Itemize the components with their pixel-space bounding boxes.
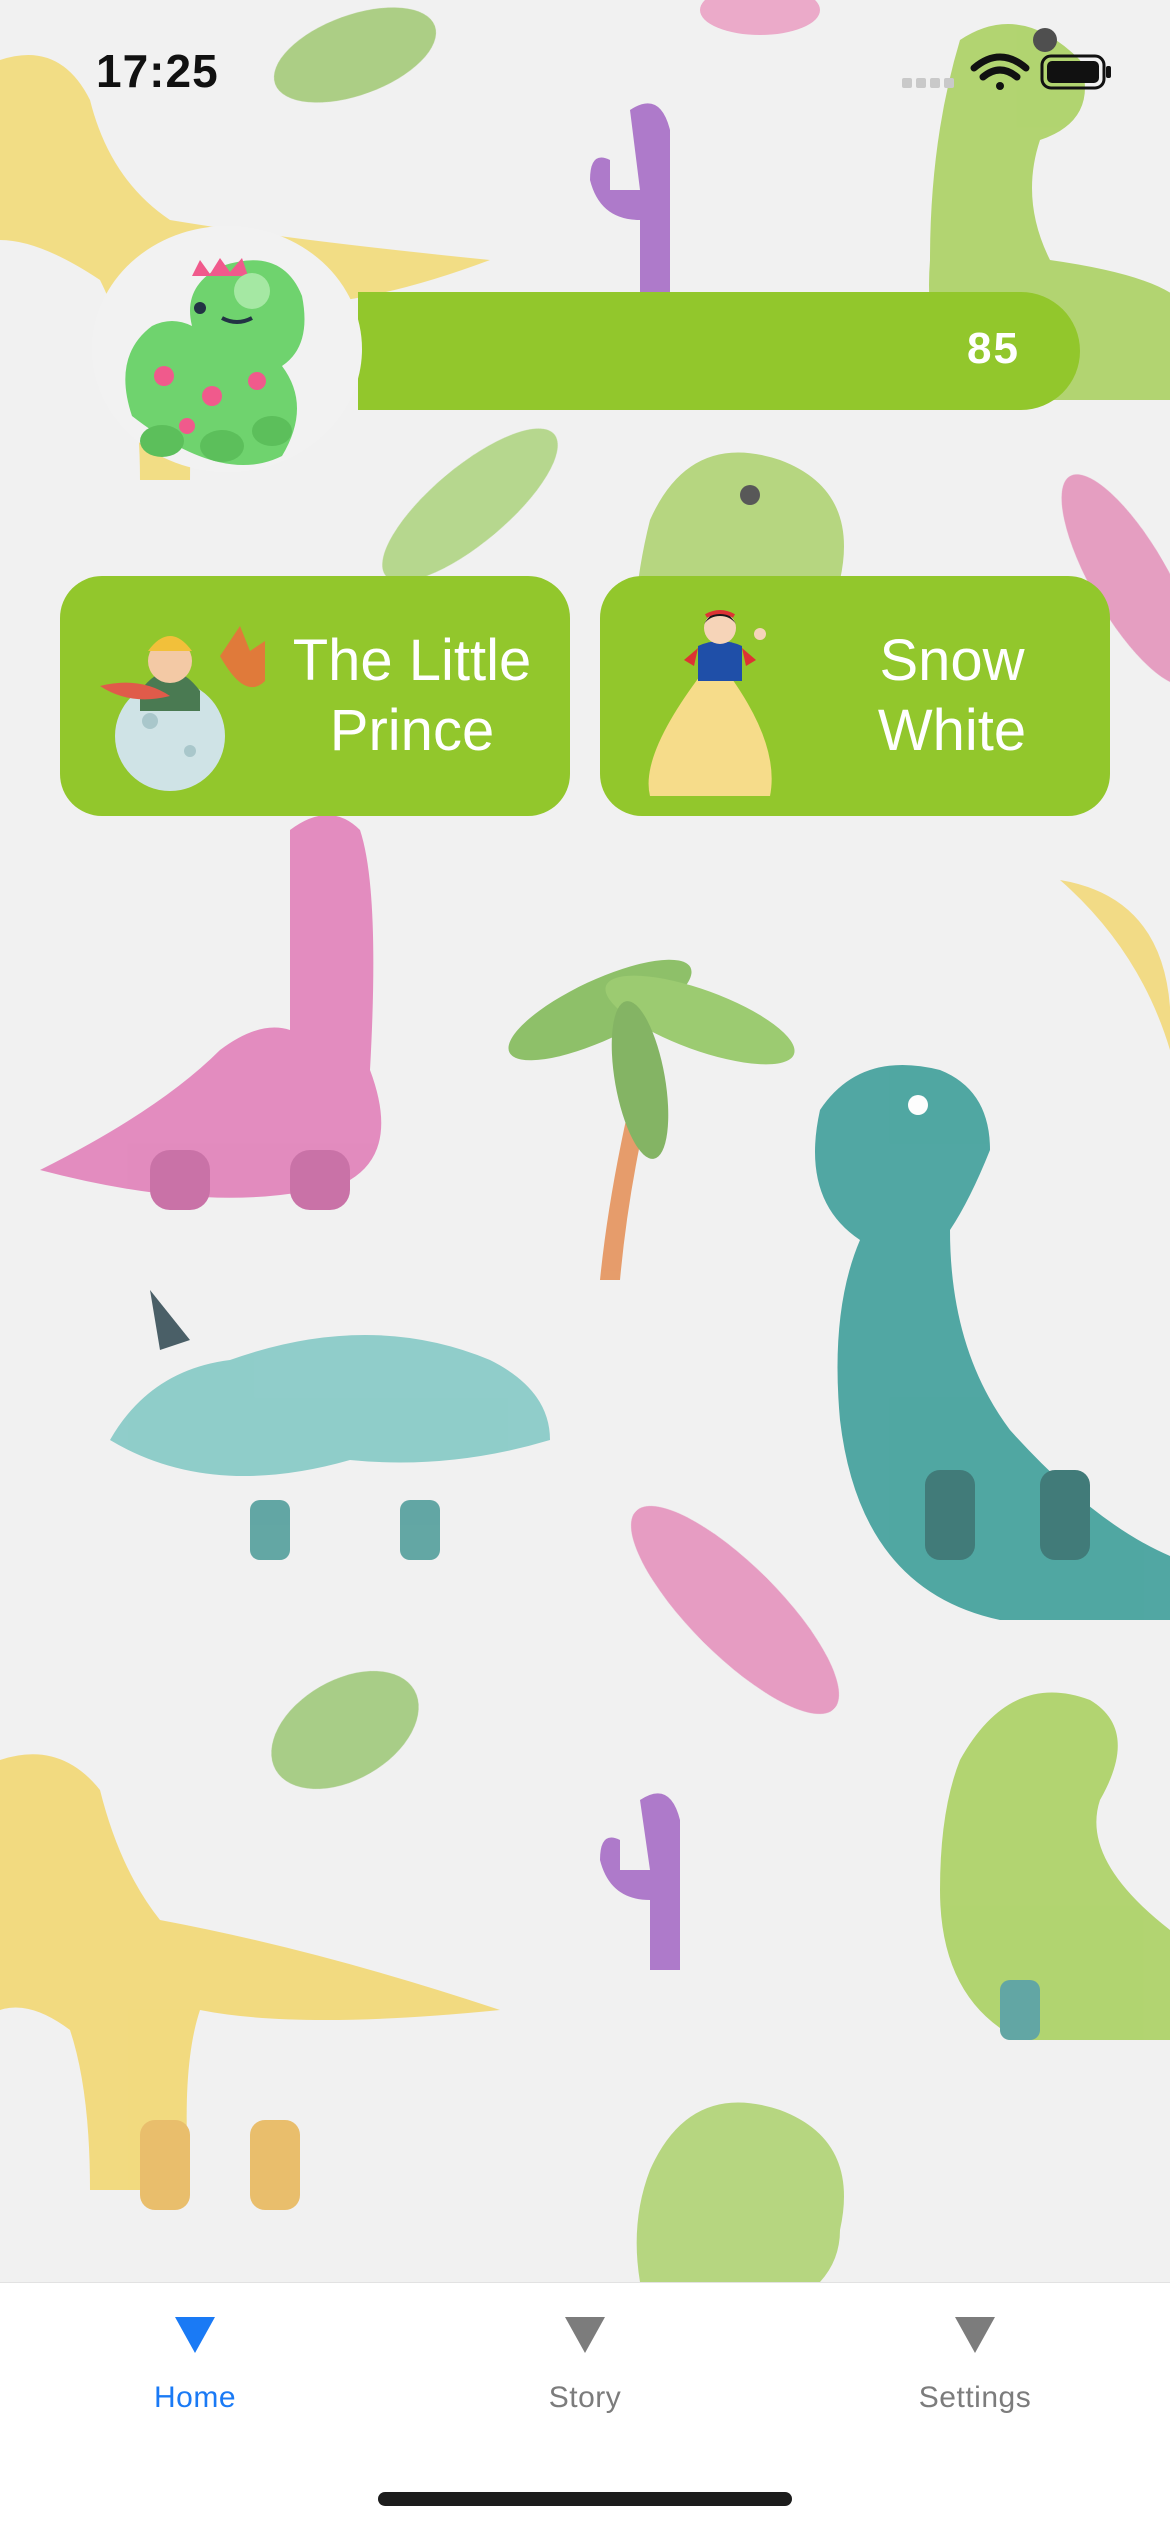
status-icons (902, 48, 1112, 103)
battery-icon (1040, 54, 1111, 90)
tab-story[interactable]: Story (390, 2283, 780, 2453)
story-title: Snow White (822, 626, 1082, 766)
snow-white-illustration (648, 610, 772, 796)
story-title-line: Snow (879, 628, 1025, 693)
story-title-line: The Little (292, 628, 532, 693)
home-indicator[interactable] (378, 2492, 792, 2506)
avatar[interactable] (92, 226, 362, 472)
tab-label-settings: Settings (918, 2381, 1032, 2414)
story-title-line: Prince (329, 698, 495, 763)
signal-icon (902, 78, 954, 88)
tab-home[interactable]: Home (0, 2283, 390, 2453)
story-title-line: White (877, 698, 1027, 763)
tab-label-home: Home (153, 2381, 237, 2414)
story-title: The Little Prince (282, 626, 542, 766)
story-card-snow-white[interactable]: Snow White (600, 576, 1110, 816)
score-value: 85 (967, 324, 1020, 373)
tab-settings[interactable]: Settings (780, 2283, 1170, 2453)
triangle-down-icon (955, 2317, 995, 2353)
story-card-little-prince[interactable]: The Little Prince (60, 576, 570, 816)
dinosaur-avatar-icon (125, 258, 305, 465)
status-time: 17:25 (96, 45, 219, 97)
score-bar: 85 (358, 292, 1080, 410)
tab-label-story: Story (548, 2381, 622, 2414)
little-prince-illustration (100, 626, 265, 791)
triangle-down-icon (565, 2317, 605, 2353)
triangle-down-icon (175, 2317, 215, 2353)
wifi-icon (970, 53, 1030, 90)
